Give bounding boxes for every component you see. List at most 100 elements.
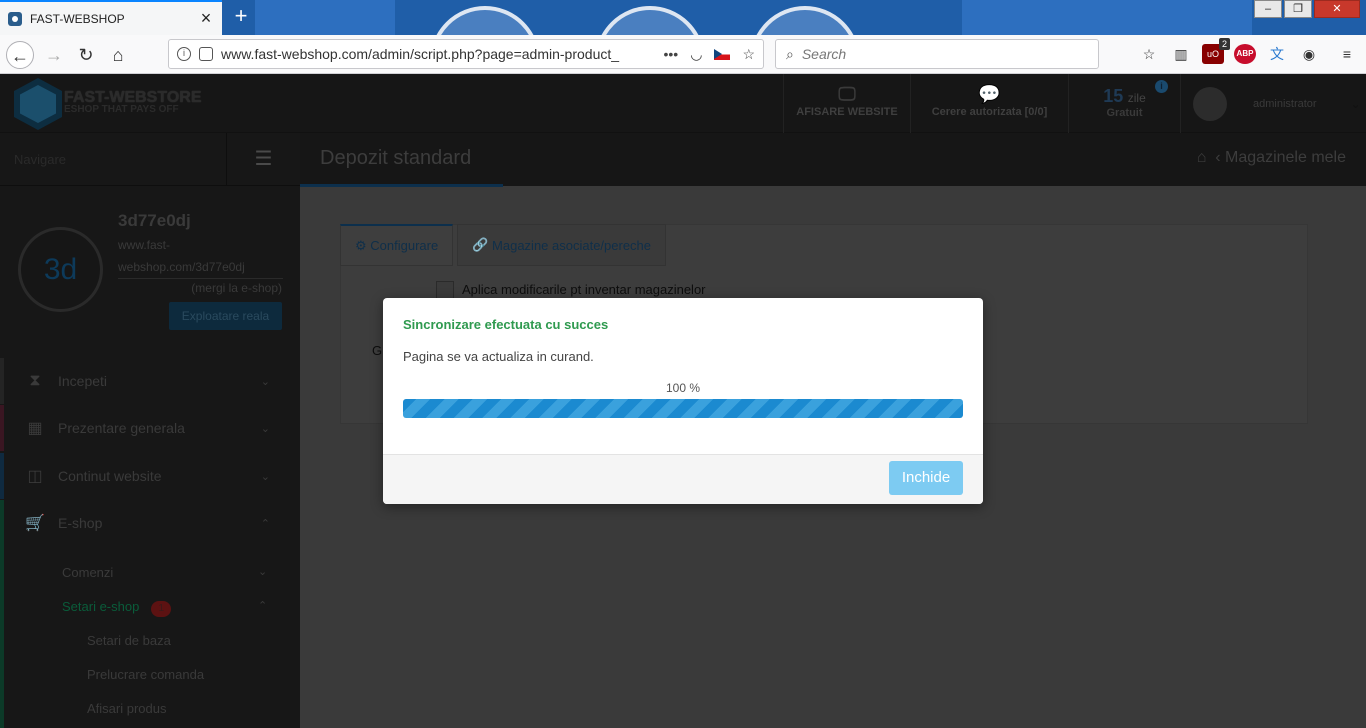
link-icon: 🔗: [472, 237, 489, 252]
progress-text: 100 %: [665, 381, 701, 395]
progress-fill: [403, 399, 963, 418]
forward-icon[interactable]: →: [40, 41, 68, 69]
admin-topbar: FAST-WEBSTORE ESHOP THAT PAYS OFF 🖵 AFIS…: [0, 74, 1366, 133]
sidebar-sub-settings[interactable]: Setari e-shop 1 ⌃: [62, 599, 267, 617]
background-decoration: [255, 0, 395, 35]
minimize-icon[interactable]: –: [1254, 0, 1282, 18]
adblock-plus-icon[interactable]: ABP: [1234, 44, 1256, 64]
chevron-down-icon: ⌄: [260, 375, 270, 388]
nav-label: Navigare: [14, 151, 67, 167]
dialog-footer: Inchide: [383, 454, 983, 504]
reload-icon[interactable]: ↻: [72, 41, 100, 69]
close-tab-icon[interactable]: ×: [198, 8, 214, 29]
monitor-icon: 🖵: [838, 84, 856, 104]
home-icon[interactable]: ⌂: [1197, 149, 1207, 166]
go-shop-link[interactable]: (mergi la e-shop): [191, 281, 282, 295]
close-button[interactable]: Inchide: [889, 461, 963, 495]
section-marker: [0, 546, 4, 728]
trial-days[interactable]: i 15 zile Gratuit: [1068, 74, 1180, 133]
sidebar-item-label: Incepeti: [58, 373, 108, 389]
tab-strip: ⚙ Configurare 🔗 Magazine asociate/perech…: [340, 224, 670, 266]
sidebar-item-incepeti[interactable]: ⧗ Incepeti ⌄: [0, 358, 300, 404]
view-website-label: AFISARE WEBSITE: [796, 106, 898, 118]
sidebar: Navigare ☰ 3d 3d77e0dj www.fast- webshop…: [0, 133, 300, 728]
window-close-icon[interactable]: ✕: [1314, 0, 1360, 18]
profile-card: 3d 3d77e0dj www.fast- webshop.com/3d77e0…: [0, 186, 300, 330]
title-underline: [300, 184, 503, 187]
browser-toolbar: ☆ ▥ uO 2 ABP 文 ◉ ≡: [1138, 38, 1358, 64]
dialog-message: Pagina se va actualiza in curand.: [403, 349, 594, 364]
sidebar-item-content[interactable]: ◫ Continut website ⌄: [0, 453, 300, 499]
window-controls: – ❐ ✕: [1252, 0, 1360, 18]
inventory-checkbox[interactable]: [436, 281, 454, 299]
tab-label: Configurare: [370, 238, 439, 253]
plan-label: Gratuit: [1106, 107, 1143, 119]
browser-tab[interactable]: FAST-WEBSHOP ×: [0, 0, 222, 35]
chevron-down-icon: ⌄: [1350, 96, 1361, 111]
sidebar-item-overview[interactable]: ▦ Prezentare generala ⌄: [0, 405, 300, 451]
chevron-down-icon: ⌄: [260, 422, 270, 435]
sidebar-item-label: E-shop: [58, 515, 103, 531]
sidebar-item-label: Continut website: [58, 468, 162, 484]
czech-flag-icon[interactable]: [714, 48, 731, 60]
bookmarks-icon[interactable]: ☆: [1138, 44, 1160, 64]
sidebar-icon[interactable]: ▥: [1170, 44, 1192, 64]
account-icon[interactable]: ◉: [1298, 44, 1320, 64]
sidebar-sub-display[interactable]: Afisari produs: [87, 701, 166, 716]
chevron-up-icon: ⌃: [260, 517, 270, 530]
info-icon[interactable]: i: [177, 47, 191, 61]
notification-badge: 1: [151, 601, 172, 617]
translate-icon[interactable]: 文: [1266, 44, 1288, 64]
days-number: 15: [1103, 86, 1124, 106]
sidebar-sub-processing[interactable]: Prelucrare comanda: [87, 667, 204, 682]
ublock-icon[interactable]: uO 2: [1202, 38, 1230, 64]
user-menu[interactable]: administrator ⌄: [1180, 74, 1366, 133]
page-actions-icon[interactable]: •••: [664, 46, 679, 62]
maximize-icon[interactable]: ❐: [1284, 0, 1312, 18]
grid-icon: ▦: [27, 420, 43, 437]
search-input[interactable]: ⌕ Search: [775, 39, 1099, 69]
home-icon[interactable]: ⌂: [104, 41, 132, 69]
tab-associated-shops[interactable]: 🔗 Magazine asociate/pereche: [457, 224, 667, 266]
auth-request-button[interactable]: 💬 Cerere autorizata [0/0]: [910, 74, 1068, 133]
checkbox-label: Aplica modificarile pt inventar magazine…: [462, 282, 706, 297]
back-icon[interactable]: ←: [6, 41, 34, 69]
auth-request-label: Cerere autorizata [0/0]: [931, 106, 1048, 118]
info-icon[interactable]: i: [1155, 80, 1168, 93]
sidebar-item-eshop[interactable]: 🛒 E-shop ⌃: [0, 500, 300, 546]
url-text[interactable]: www.fast-webshop.com/admin/script.php?pa…: [221, 46, 664, 62]
new-tab-icon[interactable]: +: [230, 4, 252, 28]
profile-site-link[interactable]: www.fast- webshop.com/3d77e0dj: [118, 234, 283, 279]
hamburger-icon[interactable]: ☰: [226, 133, 300, 186]
site-favicon-icon: [8, 11, 22, 26]
breadcrumb[interactable]: ⌂ ‹ Magazinele mele: [1197, 149, 1346, 167]
background-decoration: [962, 0, 1252, 35]
logo-title: FAST-WEBSTORE: [64, 89, 202, 106]
profile-name: 3d77e0dj: [118, 211, 191, 230]
hourglass-icon: ⧗: [29, 372, 41, 389]
cogs-icon: ⚙: [355, 237, 367, 253]
view-website-button[interactable]: 🖵 AFISARE WEBSITE: [783, 74, 910, 133]
item-marker: [0, 453, 4, 499]
item-marker: [0, 405, 4, 451]
background-decoration: [750, 6, 860, 35]
bookmark-star-icon[interactable]: ☆: [742, 46, 755, 63]
url-bar[interactable]: i www.fast-webshop.com/admin/script.php?…: [168, 39, 764, 69]
breadcrumb-link[interactable]: Magazinele mele: [1225, 149, 1346, 166]
chat-icon: 💬: [978, 84, 1001, 104]
logo[interactable]: FAST-WEBSTORE ESHOP THAT PAYS OFF: [14, 78, 202, 130]
shield-icon[interactable]: [199, 47, 213, 61]
search-placeholder: Search: [801, 46, 847, 62]
tab-configurare[interactable]: ⚙ Configurare: [340, 224, 454, 266]
cart-logo-icon: [14, 78, 62, 130]
sidebar-sub-orders[interactable]: Comenzi ⌄: [62, 565, 267, 580]
sub-label: Setari e-shop: [62, 599, 140, 614]
profile-avatar: 3d: [18, 227, 103, 312]
exploit-button[interactable]: Exploatare reala: [169, 302, 282, 330]
sidebar-sub-basic[interactable]: Setari de baza: [87, 633, 171, 648]
menu-icon[interactable]: ≡: [1336, 44, 1358, 64]
page-title: Depozit standard: [320, 147, 472, 169]
sync-success-dialog: Sincronizare efectuata cu succes Pagina …: [383, 298, 983, 504]
pocket-icon[interactable]: ◡: [690, 46, 702, 63]
book-icon: ◫: [27, 468, 43, 485]
